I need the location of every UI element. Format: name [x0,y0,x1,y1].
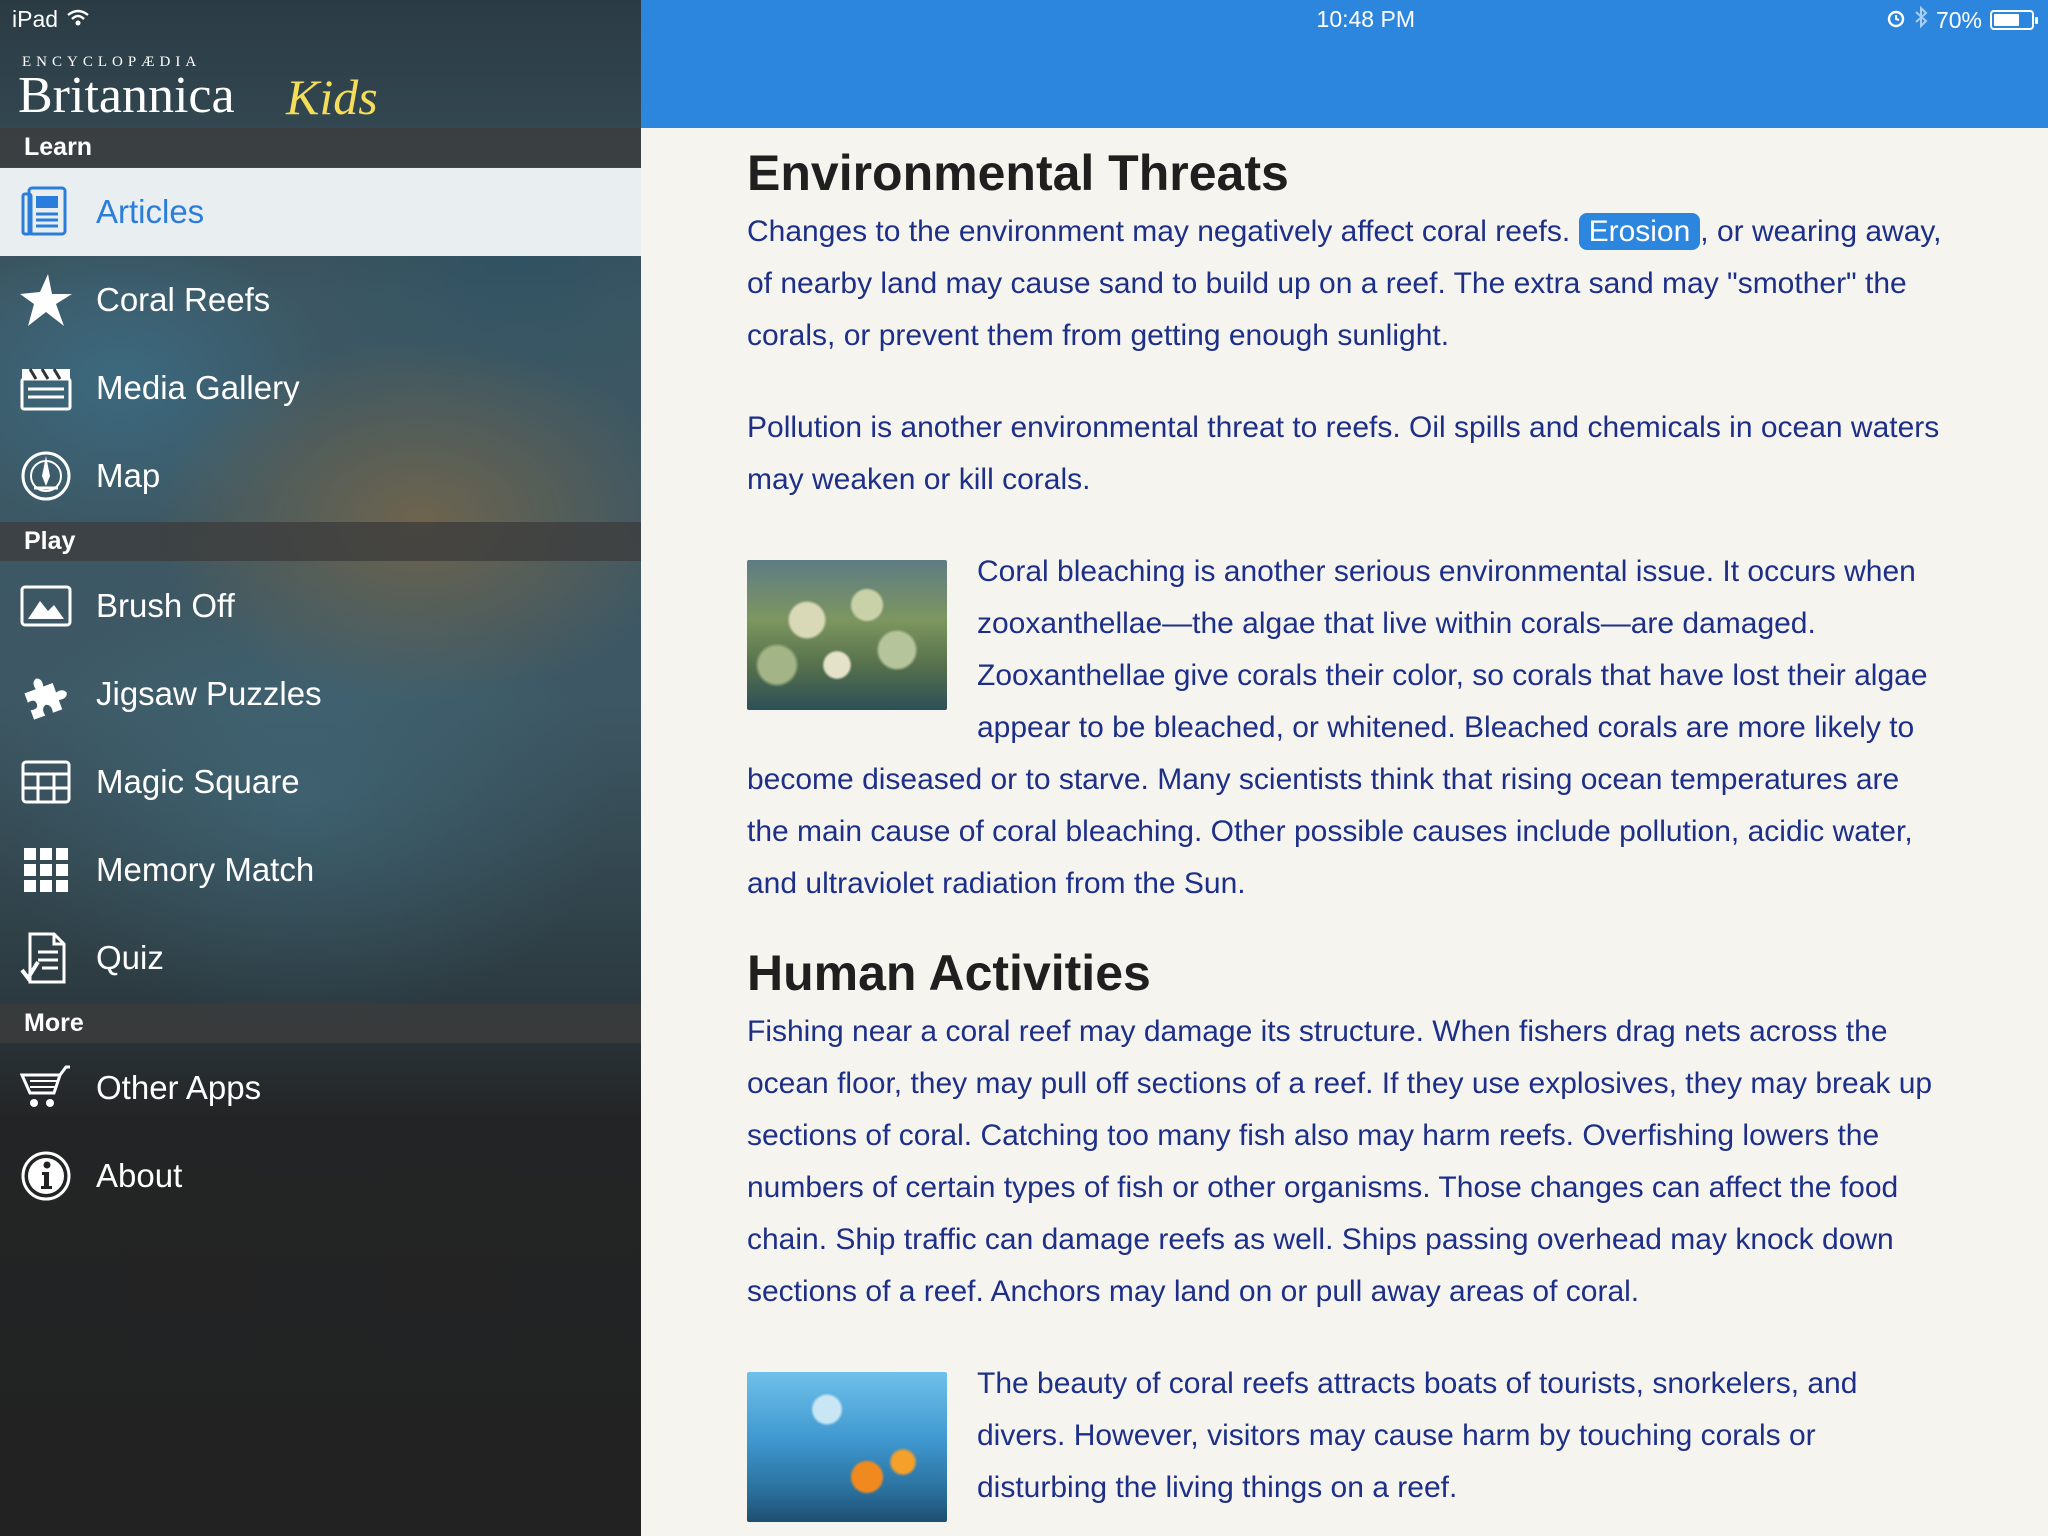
sidebar-item-label: Media Gallery [96,369,300,406]
sidebar-item-label: Quiz [96,939,164,976]
battery-percent: 70% [1935,6,1982,33]
alarm-icon [1886,7,1906,34]
sidebar-item-label: Magic Square [96,763,300,800]
info-icon [18,1148,74,1204]
section-heading-human-activities: Human Activities [747,945,1151,1001]
picture-icon [18,578,74,634]
grid-icon [18,754,74,810]
status-bar-right: 70% [1886,5,2038,34]
article-paragraph: Pollution is another environmental threa… [747,411,1940,496]
quiz-icon [18,930,74,986]
paragraph-text: Changes to the environment may negativel… [747,215,1579,248]
glossary-term-erosion[interactable]: Erosion [1578,213,1701,250]
puzzle-icon [18,666,74,722]
battery-icon [1990,10,2038,30]
sidebar-item-label: Coral Reefs [96,281,271,318]
coral-bleaching-thumbnail[interactable] [747,560,947,710]
article-icon [18,184,74,240]
wifi-icon [66,6,90,33]
star-icon [18,272,74,328]
tiles-icon [18,842,74,898]
status-time: 10:48 PM [1316,6,1415,32]
sidebar-item-map[interactable]: Map [0,432,641,520]
device-name: iPad [12,6,59,32]
clapperboard-icon [18,360,74,416]
sidebar-item-quiz[interactable]: Quiz [0,914,641,1002]
sidebar-item-label: Articles [96,193,205,230]
article-paragraph: Changes to the environment may negativel… [747,206,1947,362]
cart-icon [18,1060,74,1116]
article-paragraph: Fishing near a coral reef may damage its… [747,1015,1933,1308]
sidebar-item-memory-match[interactable]: Memory Match [0,826,641,914]
map-icon [18,448,74,504]
sidebar-item-brush-off[interactable]: Brush Off [0,562,641,650]
section-heading-environmental-threats: Environmental Threats [747,145,1289,201]
sidebar-item-about[interactable]: About [0,1132,641,1220]
section-header-more: More [0,1004,641,1043]
sidebar-item-media-gallery[interactable]: Media Gallery [0,344,641,432]
sidebar-item-label: Memory Match [96,851,315,888]
sidebar-item-label: Jigsaw Puzzles [96,675,322,712]
app-logo: ENCYCLOPÆDIA Britannica Kids [18,52,418,128]
sidebar-item-label: About [96,1157,183,1194]
divers-thumbnail[interactable] [747,1372,947,1522]
bluetooth-icon [1914,5,1928,34]
sidebar-item-label: Map [96,457,161,494]
logo-main-text: Britannica [18,67,235,124]
sidebar-item-coral-reefs[interactable]: Coral Reefs [0,256,641,344]
article-content: Environmental Threats Changes to the env… [747,140,1947,1530]
article-paragraph-with-image: Coral bleaching is another serious envir… [747,546,1947,910]
status-bar-left: iPad [12,6,90,33]
sidebar-item-label: Other Apps [96,1069,262,1106]
section-header-learn: Learn [0,128,641,167]
sidebar-item-jigsaw-puzzles[interactable]: Jigsaw Puzzles [0,650,641,738]
article-paragraph-with-image: The beauty of coral reefs attracts boats… [747,1358,1947,1522]
top-bar: 10:48 PM 70% [641,0,2048,128]
logo-kids-text: Kids [286,69,378,125]
sidebar: iPad ENCYCLOPÆDIA Britannica Kids Learn … [0,0,641,1536]
sidebar-item-magic-square[interactable]: Magic Square [0,738,641,826]
sidebar-item-articles[interactable]: Articles [0,168,641,256]
sidebar-item-label: Brush Off [96,587,235,624]
section-header-play: Play [0,522,641,561]
sidebar-item-other-apps[interactable]: Other Apps [0,1044,641,1132]
